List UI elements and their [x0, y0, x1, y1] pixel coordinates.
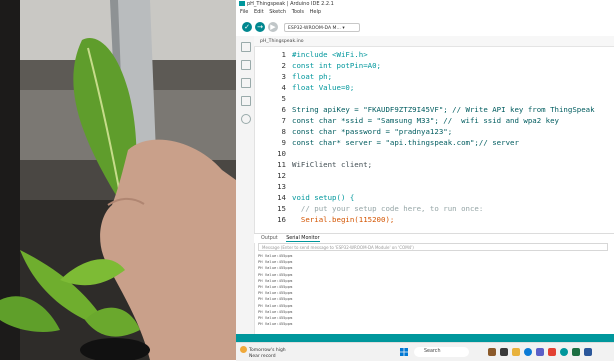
menu-file[interactable]: File [240, 9, 248, 15]
arduino-ide-window: pH_Thingspeak | Arduino IDE 2.2.1 File E… [236, 0, 614, 360]
teams-icon[interactable] [536, 348, 544, 356]
windows-start-icon[interactable] [400, 348, 408, 356]
search-label: Search [424, 349, 441, 354]
app-icon-6[interactable] [548, 348, 556, 356]
code-line: 8 const char *password = "pradnya123"; [281, 127, 453, 136]
menu-help[interactable]: Help [310, 9, 321, 15]
tab-serial-monitor[interactable]: Serial Monitor [286, 236, 320, 242]
code-line: 9 const char* server = "api.thingspeak.co… [281, 138, 519, 147]
bottom-panel-tabs: Output Serial Monitor [254, 233, 614, 243]
sketchbook-icon[interactable] [241, 42, 251, 52]
menu-edit[interactable]: Edit [254, 9, 264, 15]
weather-widget[interactable]: Tomorrow's high Near record [240, 346, 286, 359]
menu-bar: File Edit Sketch Tools Help [236, 8, 614, 17]
board-name: ESP32-WROOM-DA M... [288, 26, 341, 31]
upload-button[interactable]: → [255, 22, 265, 32]
code-line: 15 // put your setup code here, to run o… [277, 204, 484, 213]
tab-output[interactable]: Output [261, 236, 278, 241]
code-editor[interactable]: 1 #include <WiFi.h> 2 const int potPin=A0;… [254, 47, 614, 232]
file-tab-bar: pH_Thingspeak.ino [254, 36, 614, 47]
title-bar: pH_Thingspeak | Arduino IDE 2.2.1 [236, 0, 614, 8]
arduino-taskbar-icon[interactable] [560, 348, 568, 356]
app-icon-2[interactable] [500, 348, 508, 356]
taskbar-search[interactable]: Search [414, 347, 469, 357]
menu-tools[interactable]: Tools [292, 9, 304, 15]
weather-line-1: Tomorrow's high [249, 348, 286, 353]
code-line: 2 const int potPin=A0; [281, 61, 381, 70]
code-line: 7 const char *ssid = "Samsung M33"; // wi… [281, 116, 559, 125]
verify-button[interactable]: ✓ [242, 22, 252, 32]
app-icon-1[interactable] [488, 348, 496, 356]
plant-photo [0, 0, 236, 360]
search-icon[interactable] [241, 114, 251, 124]
menu-sketch[interactable]: Sketch [269, 9, 286, 15]
tab-sketch[interactable]: pH_Thingspeak.ino [260, 37, 304, 46]
code-line: 13 [277, 182, 286, 191]
board-selector[interactable]: ESP32-WROOM-DA M... ▾ [284, 23, 360, 32]
code-line: 3 float ph; [281, 72, 333, 81]
window-title: pH_Thingspeak | Arduino IDE 2.2.1 [247, 1, 334, 7]
code-line: 14 void setup() { [277, 193, 355, 202]
boards-manager-icon[interactable] [241, 60, 251, 70]
app-icon-9[interactable] [584, 348, 592, 356]
windows-taskbar: Tomorrow's high Near record Search [236, 342, 614, 361]
sidebar [236, 36, 255, 336]
code-line: 12 [277, 171, 286, 180]
code-line: 11 WiFiClient client; [277, 160, 373, 169]
arduino-logo-icon [239, 1, 245, 6]
code-line: 5 [281, 94, 286, 103]
app-icon-8[interactable] [572, 348, 580, 356]
file-explorer-icon[interactable] [512, 348, 520, 356]
debug-icon[interactable] [241, 96, 251, 106]
code-line: 1 #include <WiFi.h> [281, 50, 368, 59]
serial-line: PH Value:455ppm [258, 321, 293, 327]
serial-message-input[interactable]: Message (Enter to send message to 'ESP32… [258, 243, 608, 251]
weather-line-2: Near record [249, 353, 276, 359]
sun-icon [240, 346, 247, 353]
serial-output: PH Value:455ppm PH Value:455ppm PH Value… [258, 253, 608, 333]
code-line: 6 String apiKey = "FKAUDF9ZTZ9I45VF"; // … [281, 105, 595, 114]
toolbar: ✓ → ▶ ESP32-WROOM-DA M... ▾ [236, 18, 614, 36]
code-line: 4 float Value=0; [281, 83, 355, 92]
status-bar [236, 334, 614, 342]
debug-button[interactable]: ▶ [268, 22, 278, 32]
library-manager-icon[interactable] [241, 78, 251, 88]
code-line: 16 Serial.begin(115200); [277, 215, 395, 224]
edge-icon[interactable] [524, 348, 532, 356]
code-line: 10 [277, 149, 286, 158]
